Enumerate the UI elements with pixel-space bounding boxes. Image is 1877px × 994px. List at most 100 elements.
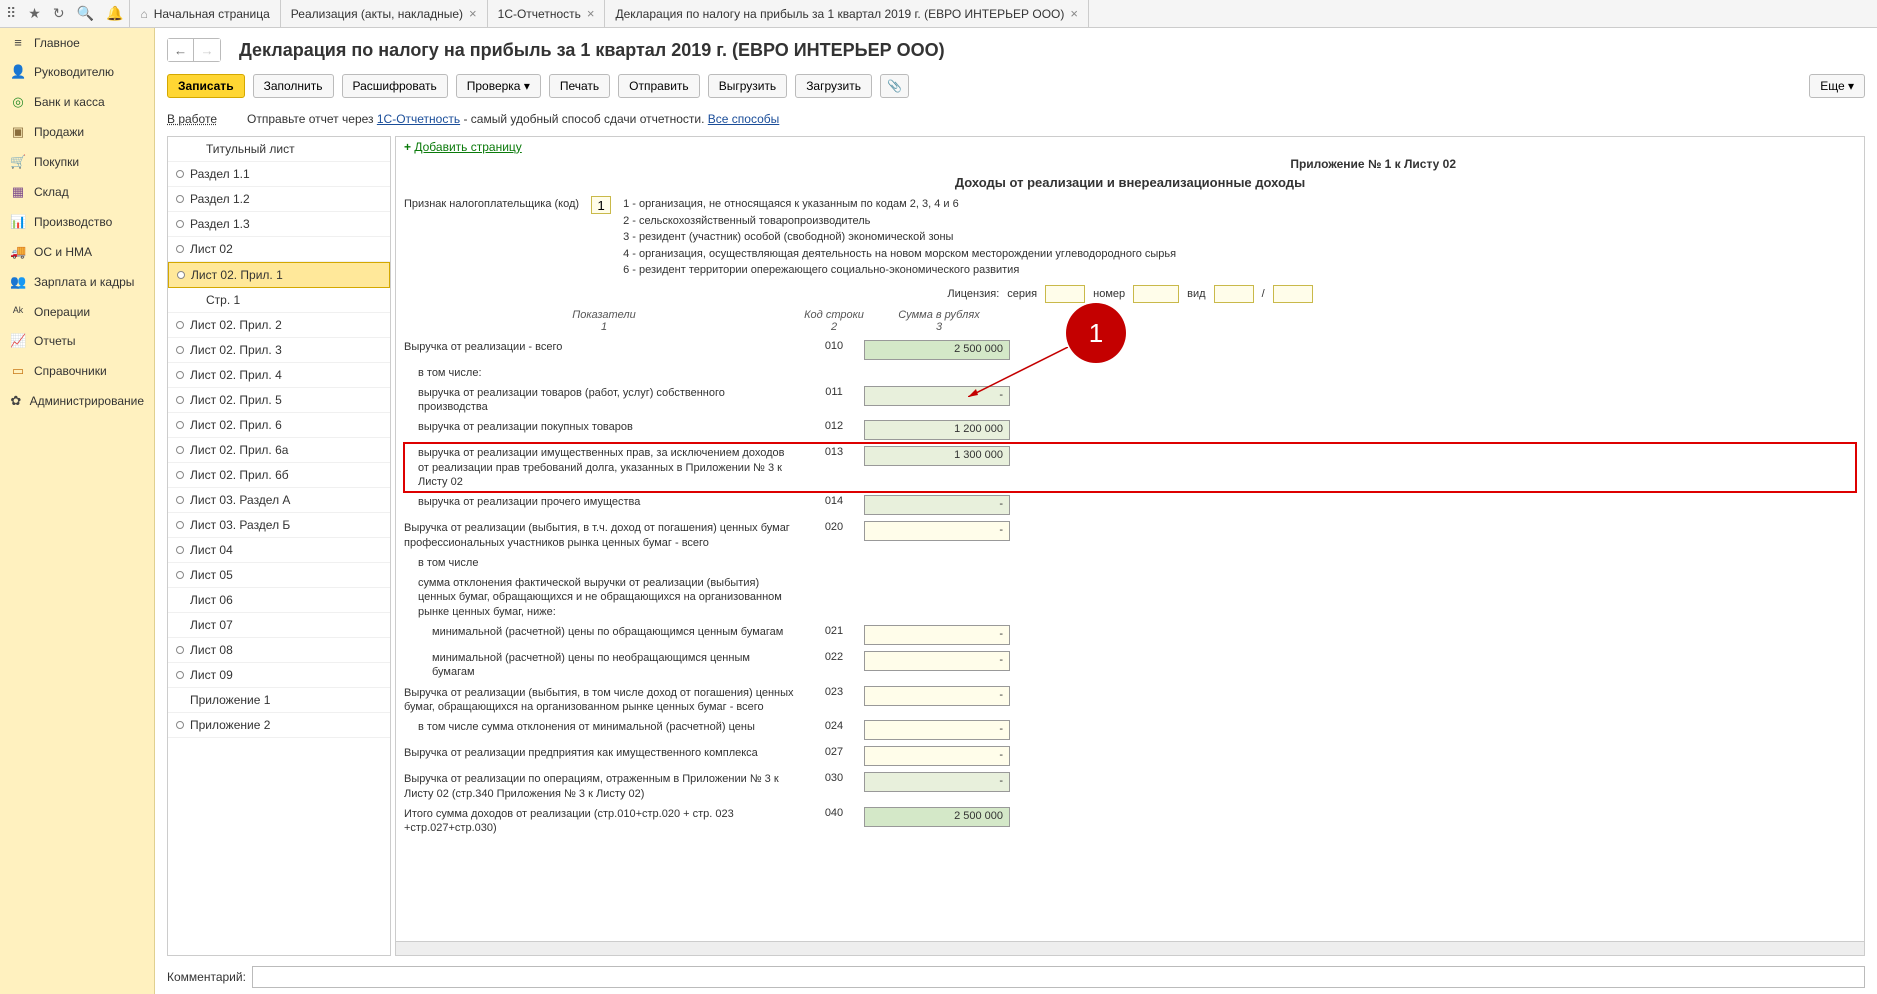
value-cell[interactable]: 2 500 000	[864, 807, 1010, 827]
row-label: сумма отклонения фактической выручки от …	[404, 576, 804, 619]
export-button[interactable]: Выгрузить	[708, 74, 788, 98]
tree-node[interactable]: Лист 03. Раздел Б	[168, 513, 390, 538]
tree-node[interactable]: Лист 02. Прил. 2	[168, 313, 390, 338]
tree-node[interactable]: Стр. 1	[168, 288, 390, 313]
tree-node[interactable]: Лист 06	[168, 588, 390, 613]
more-button[interactable]: Еще ▾	[1809, 74, 1865, 98]
value-cell[interactable]: 2 500 000	[864, 340, 1010, 360]
value-cell[interactable]: -	[864, 386, 1010, 406]
tab[interactable]: Декларация по налогу на прибыль за 1 ква…	[605, 0, 1088, 28]
form-row: Выручка от реализации по операциям, отра…	[404, 769, 1856, 804]
license-number-input[interactable]	[1133, 285, 1179, 303]
tree-node[interactable]: Лист 02. Прил. 5	[168, 388, 390, 413]
tree-node[interactable]: Лист 02. Прил. 6а	[168, 438, 390, 463]
nav-item[interactable]: ✿Администрирование	[0, 386, 154, 416]
tree-node[interactable]: Приложение 2	[168, 713, 390, 738]
history-icon[interactable]: ↻	[53, 5, 65, 22]
value-cell[interactable]: -	[864, 720, 1010, 740]
tree-node[interactable]: Титульный лист	[168, 137, 390, 162]
tab[interactable]: 1С-Отчетность×	[488, 0, 606, 28]
tree-node[interactable]: Лист 02. Прил. 1	[168, 262, 390, 288]
save-button[interactable]: Записать	[167, 74, 245, 98]
import-button[interactable]: Загрузить	[795, 74, 872, 98]
license-type1-input[interactable]	[1214, 285, 1254, 303]
value-cell[interactable]: -	[864, 521, 1010, 541]
form-row: выручка от реализации покупных товаров01…	[404, 417, 1856, 443]
nav-item[interactable]: 🛒Покупки	[0, 147, 154, 177]
link-all-ways[interactable]: Все способы	[708, 112, 780, 126]
tree-label: Лист 03. Раздел А	[190, 493, 290, 507]
fill-button[interactable]: Заполнить	[253, 74, 334, 98]
value-cell[interactable]: 1 200 000	[864, 420, 1010, 440]
tree-label: Лист 09	[190, 668, 233, 682]
back-button[interactable]: ←	[168, 39, 194, 61]
value-cell[interactable]: -	[864, 746, 1010, 766]
tree-node[interactable]: Раздел 1.3	[168, 212, 390, 237]
link-1c-report[interactable]: 1С-Отчетность	[377, 112, 460, 126]
tree-node[interactable]: Лист 04	[168, 538, 390, 563]
value-cell[interactable]: 1 300 000	[864, 446, 1010, 466]
nav-item[interactable]: ≡Главное	[0, 28, 154, 57]
value-cell[interactable]: -	[864, 772, 1010, 792]
value-cell[interactable]: -	[864, 651, 1010, 671]
tree-node[interactable]: Лист 07	[168, 613, 390, 638]
license-type2-input[interactable]	[1273, 285, 1313, 303]
value-cell[interactable]: -	[864, 495, 1010, 515]
close-icon[interactable]: ×	[1070, 6, 1078, 21]
tree-node[interactable]: Раздел 1.1	[168, 162, 390, 187]
tree-node[interactable]: Лист 02. Прил. 4	[168, 363, 390, 388]
horizontal-scrollbar[interactable]	[396, 941, 1864, 955]
nav-item[interactable]: 👤Руководителю	[0, 57, 154, 87]
check-button[interactable]: Проверка ▾	[456, 74, 541, 98]
tab[interactable]: Реализация (акты, накладные)×	[281, 0, 488, 28]
bullet-icon	[176, 571, 184, 579]
row-label: выручка от реализации прочего имущества	[404, 495, 804, 509]
row-label: Выручка от реализации по операциям, отра…	[404, 772, 804, 801]
row-value: -	[864, 386, 1014, 406]
send-button[interactable]: Отправить	[618, 74, 700, 98]
nav-item[interactable]: ◎Банк и касса	[0, 87, 154, 117]
close-icon[interactable]: ×	[469, 6, 477, 21]
row-label: выручка от реализации товаров (работ, ус…	[404, 386, 804, 415]
star-icon[interactable]: ★	[28, 5, 41, 22]
tree-node[interactable]: Лист 05	[168, 563, 390, 588]
nav-item[interactable]: 📊Производство	[0, 207, 154, 237]
tree-node[interactable]: Лист 02. Прил. 6б	[168, 463, 390, 488]
attach-button[interactable]: 📎	[880, 74, 909, 98]
tree-node[interactable]: Приложение 1	[168, 688, 390, 713]
report-status[interactable]: В работе	[167, 112, 217, 126]
print-button[interactable]: Печать	[549, 74, 610, 98]
forward-button[interactable]: →	[194, 39, 220, 61]
license-series-input[interactable]	[1045, 285, 1085, 303]
apps-icon[interactable]: ⠿	[6, 5, 16, 22]
taxpayer-code-desc: 4 - организация, осуществляющая деятельн…	[623, 246, 1176, 263]
taxpayer-code-input[interactable]	[591, 196, 611, 214]
form-scroll[interactable]: Приложение № 1 к Листу 02 Доходы от реал…	[396, 157, 1864, 941]
add-page-link[interactable]: + Добавить страницу	[396, 137, 1864, 157]
search-icon[interactable]: 🔍	[77, 5, 94, 22]
nav-item[interactable]: 📈Отчеты	[0, 326, 154, 356]
nav-item[interactable]: ᴬᵏОперации	[0, 297, 154, 326]
close-icon[interactable]: ×	[587, 6, 595, 21]
taxpayer-code-desc: 1 - организация, не относящаяся к указан…	[623, 196, 1176, 213]
tree-node[interactable]: Лист 09	[168, 663, 390, 688]
nav-item[interactable]: 🚚ОС и НМА	[0, 237, 154, 267]
comment-input[interactable]	[252, 966, 1865, 988]
value-cell[interactable]: -	[864, 686, 1010, 706]
nav-item[interactable]: ▣Продажи	[0, 117, 154, 147]
tree-node[interactable]: Лист 02. Прил. 6	[168, 413, 390, 438]
tree-node[interactable]: Лист 03. Раздел А	[168, 488, 390, 513]
nav-item[interactable]: 👥Зарплата и кадры	[0, 267, 154, 297]
value-cell[interactable]: -	[864, 625, 1010, 645]
tab[interactable]: ⌂Начальная страница	[129, 0, 280, 28]
tree-node[interactable]: Раздел 1.2	[168, 187, 390, 212]
tree-node[interactable]: Лист 02	[168, 237, 390, 262]
decode-button[interactable]: Расшифровать	[342, 74, 448, 98]
nav-label: Банк и касса	[34, 95, 105, 109]
tree-node[interactable]: Лист 02. Прил. 3	[168, 338, 390, 363]
nav-item[interactable]: ▭Справочники	[0, 356, 154, 386]
nav-item[interactable]: ▦Склад	[0, 177, 154, 207]
row-code: 022	[804, 651, 864, 663]
bell-icon[interactable]: 🔔	[106, 5, 123, 22]
tree-node[interactable]: Лист 08	[168, 638, 390, 663]
